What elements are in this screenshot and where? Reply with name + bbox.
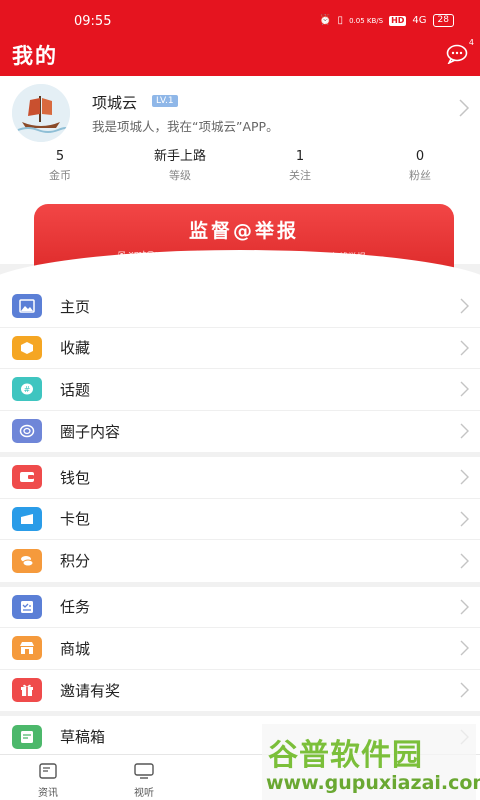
task-icon: [12, 594, 42, 619]
gift-icon: [12, 678, 42, 703]
card-icon: [12, 506, 42, 531]
chevron-right-icon: [460, 381, 469, 397]
menu-group: 钱包 卡包 积分: [0, 457, 480, 582]
stat-label: 关注: [289, 169, 311, 182]
banner-title: 监督@举报: [188, 220, 299, 242]
menu-item-label: 收藏: [60, 339, 91, 358]
level-badge: LV.1: [152, 95, 178, 107]
hd-badge: HD: [389, 15, 407, 26]
menu-item-label: 积分: [60, 552, 91, 571]
stat-value: 5: [55, 149, 65, 164]
menu-item-points[interactable]: 积分: [0, 540, 480, 582]
vibrate-icon: ▯: [337, 15, 344, 26]
menu-item-label: 草稿箱: [60, 728, 106, 747]
watermark: 谷普软件园 www.gupuxiazai.com: [262, 724, 480, 800]
status-time: 09:55: [74, 14, 112, 29]
signal-label: 4G: [412, 15, 427, 26]
menu-item-label: 话题: [60, 380, 91, 399]
message-icon[interactable]: [446, 44, 468, 64]
nav-tab-label: 资讯: [38, 788, 58, 799]
menu-item-circle-content[interactable]: 圈子内容: [0, 411, 480, 453]
menu-item-card-pack[interactable]: 卡包: [0, 499, 480, 540]
menu-item-label: 钱包: [60, 468, 91, 487]
user-name: 项城云: [92, 94, 138, 112]
svg-text:#: #: [24, 385, 31, 394]
menu-item-home[interactable]: 主页: [0, 286, 480, 328]
stat-label: 金币: [49, 169, 71, 182]
circle-icon: [12, 419, 42, 444]
top-bar: 09:55 ⏰ ▯ 0.05 KB/S HD 4G 28 我的 4: [0, 0, 480, 76]
tv-icon: [134, 763, 154, 779]
hashtag-icon: #: [12, 377, 42, 402]
chevron-right-icon: [460, 511, 469, 527]
stat-following[interactable]: 1 关注: [240, 148, 360, 188]
menu-group: 主页 收藏 # 话题 圈子内容: [0, 286, 480, 452]
draft-icon: [12, 724, 42, 749]
status-icons: ⏰ ▯ 0.05 KB/S HD 4G 28: [319, 14, 454, 27]
chevron-right-icon: [460, 553, 469, 569]
store-icon: [12, 636, 42, 661]
coins-icon: [12, 548, 42, 573]
stat-level[interactable]: 新手上路 等级: [120, 148, 240, 188]
stat-coins[interactable]: 5 金币: [0, 148, 120, 188]
status-bar: 09:55 ⏰ ▯ 0.05 KB/S HD 4G 28: [0, 0, 480, 40]
chevron-right-icon: [460, 340, 469, 356]
image-icon: [12, 294, 42, 319]
profile-card[interactable]: 项城云 LV.1 我是项城人，我在“项城云”APP。 5 金币 新手上路 等级 …: [0, 76, 480, 272]
network-speed: 0.05 KB/S: [349, 16, 384, 25]
chevron-right-icon: [460, 423, 469, 439]
menu-item-label: 商城: [60, 639, 91, 658]
user-bio: 我是项城人，我在“项城云”APP。: [92, 119, 279, 134]
stat-fans[interactable]: 0 粉丝: [360, 148, 480, 188]
ship-avatar-icon: [12, 84, 70, 142]
page-title: 我的: [12, 44, 58, 68]
chevron-right-icon: [460, 469, 469, 485]
chevron-right-icon: [460, 640, 469, 656]
wallet-icon: [12, 465, 42, 490]
nav-tab-media[interactable]: 视听: [96, 755, 192, 800]
menu-item-label: 卡包: [60, 510, 91, 529]
menu-item-label: 邀请有奖: [60, 681, 121, 700]
menu-item-invite-rewards[interactable]: 邀请有奖: [0, 670, 480, 712]
battery-indicator: 28: [432, 14, 454, 27]
menu-item-store[interactable]: 商城: [0, 628, 480, 670]
chevron-right-icon: [460, 682, 469, 698]
stat-value: 0: [415, 149, 425, 164]
avatar[interactable]: [12, 84, 70, 142]
chevron-right-icon: [460, 599, 469, 615]
news-icon: [39, 763, 57, 779]
chevron-right-icon: [459, 99, 470, 117]
nav-tab-news[interactable]: 资讯: [0, 755, 96, 800]
menu-item-label: 主页: [60, 297, 91, 316]
message-badge: 4: [468, 38, 474, 47]
profile-stats: 5 金币 新手上路 等级 1 关注 0 粉丝: [0, 148, 480, 188]
alarm-icon: ⏰: [319, 15, 332, 26]
menu-item-topics[interactable]: # 话题: [0, 369, 480, 411]
menu-group: 任务 商城 邀请有奖: [0, 586, 480, 712]
box-icon: [12, 335, 42, 360]
watermark-title: 谷普软件园: [268, 738, 423, 773]
menu-item-wallet[interactable]: 钱包: [0, 457, 480, 499]
nav-tab-label: 视听: [134, 788, 154, 799]
stat-label: 粉丝: [409, 169, 431, 182]
watermark-url: www.gupuxiazai.com: [266, 772, 480, 794]
stat-label: 等级: [169, 169, 191, 182]
stat-value: 新手上路: [153, 149, 206, 164]
chevron-right-icon: [460, 298, 469, 314]
menu-item-favorites[interactable]: 收藏: [0, 328, 480, 369]
menu-item-label: 任务: [60, 598, 91, 617]
menu-item-tasks[interactable]: 任务: [0, 587, 480, 628]
menu-list: 主页 收藏 # 话题 圈子内容 钱包 卡包 积分 任务 商城 邀请有奖 草稿箱: [0, 286, 480, 763]
stat-value: 1: [295, 149, 305, 164]
menu-item-label: 圈子内容: [60, 422, 121, 441]
